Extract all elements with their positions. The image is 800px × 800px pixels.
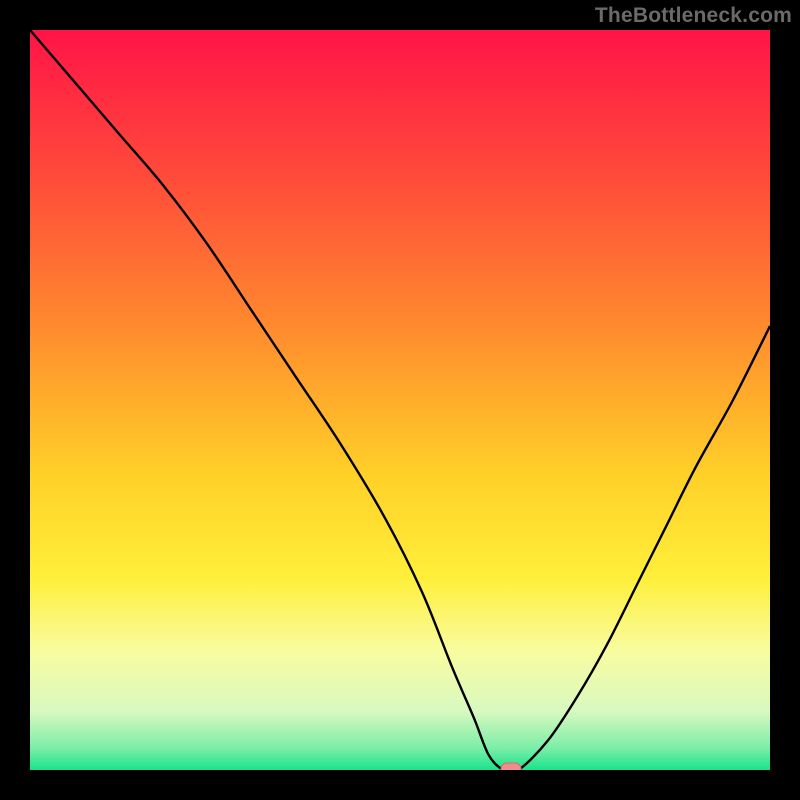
optimal-marker: [501, 763, 521, 770]
chart-frame: TheBottleneck.com: [0, 0, 800, 800]
bottleneck-chart: [30, 30, 770, 770]
watermark-text: TheBottleneck.com: [595, 4, 792, 28]
plot-area: [30, 30, 770, 770]
gradient-background: [30, 30, 770, 770]
